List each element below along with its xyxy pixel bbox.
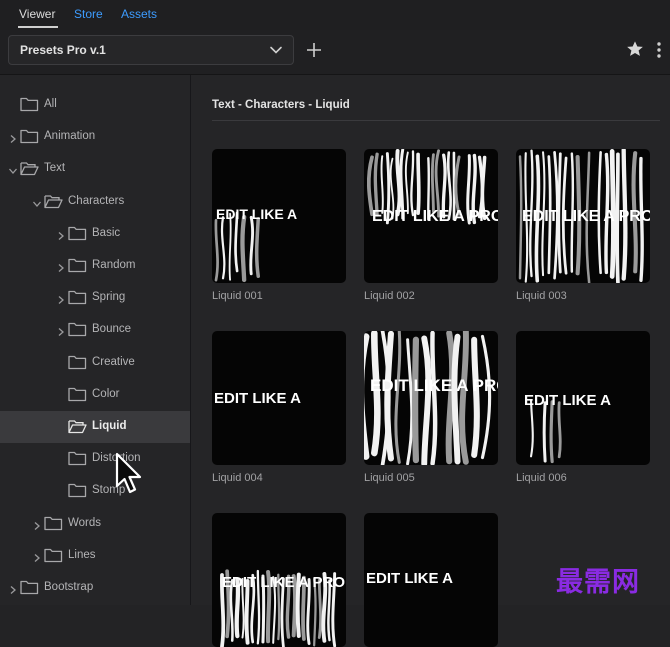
folder-open-icon <box>20 161 39 181</box>
thumbnail-text: EDIT LIKE A PRO <box>370 376 498 395</box>
chevron-right-icon[interactable] <box>56 324 66 342</box>
thumbnail-text: EDIT LIKE A <box>524 392 611 409</box>
tab-viewer[interactable]: Viewer <box>19 7 55 21</box>
folder-open-icon <box>44 194 63 214</box>
preset-thumbnail[interactable]: EDIT LIKE A PRO <box>364 149 498 283</box>
preset-name: Liquid 003 <box>516 290 567 302</box>
folder-icon <box>68 226 87 246</box>
folder-icon <box>44 516 63 536</box>
thumbnail-text: EDIT LIKE A PRO <box>372 208 498 225</box>
preset-name: Liquid 002 <box>364 290 415 302</box>
watermark-logo: 最需网 <box>556 567 640 598</box>
star-icon[interactable] <box>626 40 644 63</box>
sidebar-item[interactable]: Liquid <box>0 411 190 443</box>
chevron-right-icon[interactable] <box>56 228 66 246</box>
sidebar-item[interactable]: Stomp <box>0 475 190 507</box>
sidebar-item-label: Spring <box>92 291 126 304</box>
sidebar-item-label: Liquid <box>92 420 127 432</box>
sidebar-item[interactable]: Distortion <box>0 443 190 475</box>
preset-name: Liquid 006 <box>516 472 567 484</box>
folder-icon <box>44 548 63 568</box>
preset-thumbnail[interactable]: EDIT LIKE A PRO <box>516 149 650 283</box>
preset-pack-label: Presets Pro v.1 <box>20 43 106 57</box>
sidebar-item-label: Color <box>92 387 120 400</box>
thumbnail-text: EDIT LIKE A <box>214 390 301 407</box>
sidebar-item-label: Animation <box>44 130 96 143</box>
preset-name: Liquid 005 <box>364 472 415 484</box>
thumbnail-text: EDIT LIKE A <box>216 206 297 222</box>
folder-open-icon <box>68 419 87 439</box>
chevron-down-icon <box>267 41 285 64</box>
folder-tree-sidebar: All Animation Text Characters Basic Random Spr… <box>0 75 191 605</box>
chevron-down-icon[interactable] <box>32 196 42 214</box>
thumbnail-text: EDIT LIKE A <box>366 570 453 587</box>
sidebar-item[interactable]: Basic <box>0 218 190 250</box>
folder-icon <box>20 580 39 600</box>
sidebar-item[interactable]: Color <box>0 379 190 411</box>
thumbnail-text: EDIT LIKE A PRO <box>522 208 650 225</box>
sidebar-item-label: Bootstrap <box>44 581 94 593</box>
folder-icon <box>68 387 87 407</box>
chevron-right-icon[interactable] <box>32 518 42 536</box>
sidebar-item-label: Characters <box>68 194 125 207</box>
sidebar-item-label: Random <box>92 259 136 271</box>
folder-icon <box>68 290 87 310</box>
preset-thumbnail[interactable]: EDIT LIKE A <box>212 149 346 283</box>
more-vertical-icon[interactable] <box>654 40 664 65</box>
top-tab-bar: Viewer Store Assets <box>0 0 670 30</box>
sidebar-item[interactable]: Bounce <box>0 314 190 346</box>
chevron-right-icon[interactable] <box>32 550 42 568</box>
folder-icon <box>68 451 87 471</box>
sidebar-item-label: Bounce <box>92 323 132 336</box>
preset-thumbnail[interactable]: EDIT LIKE A <box>212 331 346 465</box>
preset-name: Liquid 004 <box>212 472 263 484</box>
sidebar-item-label: Words <box>68 516 102 529</box>
preset-name: Liquid 001 <box>212 290 263 302</box>
plus-icon[interactable] <box>304 40 324 65</box>
sidebar-item[interactable]: Bootstrap <box>0 572 190 604</box>
mouse-cursor-icon <box>115 452 145 503</box>
chevron-right-icon[interactable] <box>56 292 66 310</box>
chevron-right-icon[interactable] <box>8 582 18 600</box>
sidebar-item[interactable]: Creative <box>0 347 190 379</box>
sidebar-item-label: Text <box>44 162 66 175</box>
preset-thumbnail[interactable]: EDIT LIKE A PRO <box>212 513 346 647</box>
folder-icon <box>20 97 39 117</box>
chevron-down-icon[interactable] <box>8 163 18 181</box>
sidebar-item[interactable]: Words <box>0 508 190 540</box>
sidebar-item-label: All <box>44 98 57 110</box>
folder-icon <box>68 322 87 342</box>
preset-thumbnail[interactable]: EDIT LIKE A <box>364 513 498 647</box>
thumbnail-text: EDIT LIKE A PRO <box>222 574 345 591</box>
sidebar-item[interactable]: Lines <box>0 540 190 572</box>
folder-icon <box>68 258 87 278</box>
sidebar-item-label: Basic <box>92 226 121 239</box>
folder-icon <box>20 129 39 149</box>
preset-thumbnail[interactable]: EDIT LIKE A <box>516 331 650 465</box>
preset-thumbnail[interactable]: EDIT LIKE A PRO <box>364 331 498 465</box>
sidebar-item[interactable]: Text <box>0 153 190 185</box>
preset-browser: Text - Characters - Liquid EDIT LIKE A Li… <box>191 75 670 647</box>
divider <box>212 120 660 121</box>
sidebar-item[interactable]: Spring <box>0 282 190 314</box>
folder-icon <box>68 483 87 503</box>
sidebar-item[interactable]: Animation <box>0 121 190 153</box>
toolbar: Presets Pro v.1 <box>0 30 670 75</box>
sidebar-item-label: Creative <box>92 355 135 368</box>
active-tab-indicator <box>18 26 58 28</box>
chevron-right-icon[interactable] <box>56 260 66 278</box>
chevron-right-icon[interactable] <box>8 131 18 149</box>
preset-pack-select[interactable]: Presets Pro v.1 <box>8 35 294 65</box>
sidebar-item[interactable]: Characters <box>0 186 190 218</box>
tab-store[interactable]: Store <box>74 7 103 21</box>
sidebar-item[interactable]: All <box>0 89 190 121</box>
sidebar-item-label: Lines <box>68 548 96 561</box>
breadcrumb: Text - Characters - Liquid <box>212 99 350 111</box>
folder-icon <box>68 355 87 375</box>
tab-assets[interactable]: Assets <box>121 7 157 21</box>
sidebar-item[interactable]: Random <box>0 250 190 282</box>
